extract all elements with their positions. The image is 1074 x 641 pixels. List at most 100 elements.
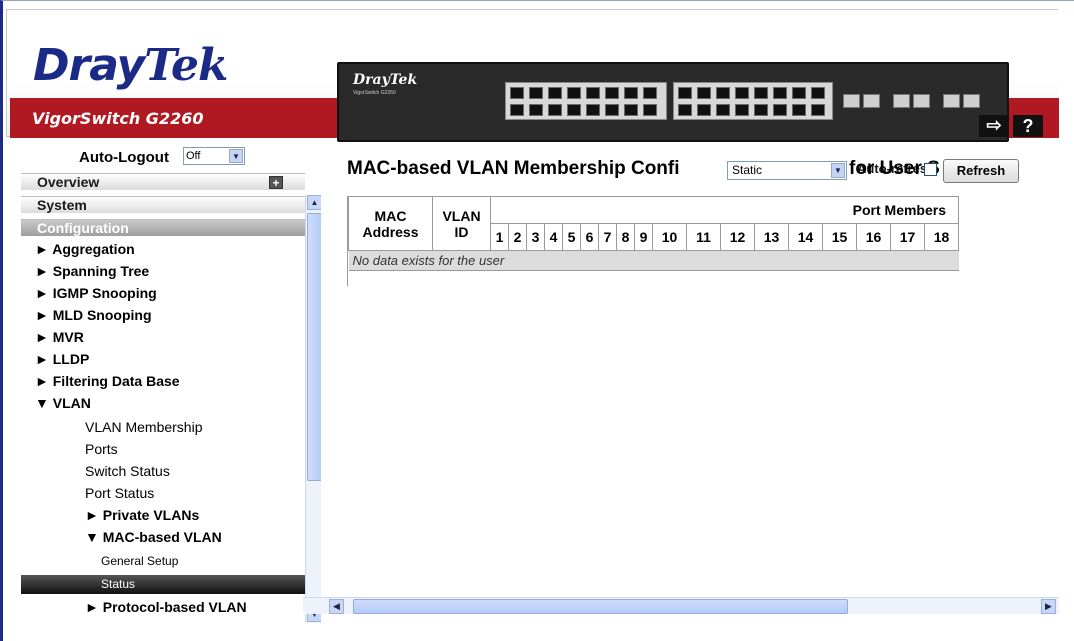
port-number-header: 16 — [856, 223, 891, 251]
ethernet-port — [510, 87, 524, 99]
menu-item-vlan-membership[interactable]: VLAN Membership — [21, 419, 305, 435]
help-icon[interactable]: ? — [1013, 115, 1043, 137]
ethernet-port — [586, 87, 600, 99]
port-number-header: 7 — [598, 223, 617, 251]
menu-item-port-status[interactable]: Port Status — [21, 485, 305, 501]
ethernet-port — [529, 104, 543, 116]
menu-item-protocol-based-vlan[interactable]: ► Protocol-based VLAN — [21, 599, 305, 615]
chevron-down-icon[interactable]: ▼ — [831, 163, 845, 178]
menu-overview[interactable]: Overview + — [21, 173, 305, 190]
model-name: VigorSwitch G2260 — [32, 109, 204, 128]
ethernet-port — [754, 104, 768, 116]
ethernet-port — [510, 104, 524, 116]
menu-item-spanning-tree[interactable]: ► Spanning Tree — [21, 263, 305, 279]
menu-item-mld-snooping[interactable]: ► MLD Snooping — [21, 307, 305, 323]
menu-item-private-vlans[interactable]: ► Private VLANs — [21, 507, 305, 523]
scrollbar-thumb[interactable] — [307, 213, 321, 481]
menu-item-lldp[interactable]: ► LLDP — [21, 351, 305, 367]
column-header-vlan: VLAN ID — [432, 196, 491, 251]
menu-item-mac-based-vlan[interactable]: ▼ MAC-based VLAN — [21, 529, 305, 545]
port-number-header: 8 — [616, 223, 635, 251]
ethernet-port — [567, 104, 581, 116]
membership-table-container: MAC Address VLAN ID Port Members 1234567… — [347, 196, 1057, 286]
scroll-up-icon[interactable]: ▲ — [307, 195, 321, 210]
ethernet-port — [586, 104, 600, 116]
port-number-header: 10 — [652, 223, 687, 251]
port-number-header: 13 — [754, 223, 789, 251]
sidebar: Overview + System Configuration ► Aggreg… — [21, 173, 321, 623]
scrollbar-thumb[interactable] — [353, 599, 848, 614]
ethernet-port — [716, 87, 730, 99]
table-row: No data exists for the user — [348, 250, 959, 271]
sfp-port — [943, 94, 960, 108]
ethernet-port — [678, 87, 692, 99]
ethernet-port — [548, 104, 562, 116]
ethernet-port — [624, 87, 638, 99]
port-number-header: 4 — [544, 223, 563, 251]
ethernet-port — [773, 87, 787, 99]
menu-item-vlan[interactable]: ▼ VLAN — [21, 395, 305, 411]
user-select-value: Static — [732, 163, 763, 177]
ethernet-port — [643, 87, 657, 99]
ethernet-port — [754, 87, 768, 99]
port-group-1 — [505, 82, 667, 120]
menu-configuration[interactable]: Configuration — [21, 219, 305, 236]
header-banner: DrayTek VigorSwitch G2260 DrayTek VigorS… — [6, 9, 1059, 142]
ethernet-port — [735, 87, 749, 99]
sfp-port — [913, 94, 930, 108]
menu-item-mvr[interactable]: ► MVR — [21, 329, 305, 345]
sfp-port — [863, 94, 880, 108]
device-model-label: VigorSwitch G2260 — [353, 90, 396, 96]
refresh-button[interactable]: Refresh — [943, 159, 1019, 183]
port-number-header: 9 — [634, 223, 653, 251]
content-horizontal-scrollbar[interactable]: ◀ ▶ — [303, 597, 1059, 614]
port-number-header: 15 — [822, 223, 857, 251]
expand-plus-icon[interactable]: + — [269, 176, 283, 189]
sidebar-scrollbar[interactable]: ▲ ▼ — [305, 195, 321, 623]
auto-logout-value: Off — [186, 150, 201, 162]
column-header-port-members: Port Members — [490, 196, 959, 224]
menu-overview-label: Overview — [37, 174, 100, 190]
port-number-header: 17 — [890, 223, 925, 251]
auto-logout-select[interactable]: Off ▼ — [183, 147, 245, 165]
ethernet-port — [697, 104, 711, 116]
ethernet-port — [643, 104, 657, 116]
ethernet-port — [605, 104, 619, 116]
port-group-2 — [673, 82, 833, 120]
ethernet-port — [716, 104, 730, 116]
ethernet-port — [773, 104, 787, 116]
ethernet-port — [792, 104, 806, 116]
user-select[interactable]: Static ▼ — [727, 161, 847, 180]
menu-item-general-setup[interactable]: General Setup — [21, 554, 305, 568]
ethernet-port — [567, 87, 581, 99]
port-number-header: 3 — [526, 223, 545, 251]
device-logo: DrayTek — [353, 72, 418, 88]
scroll-left-icon[interactable]: ◀ — [329, 599, 344, 614]
menu-system[interactable]: System — [21, 196, 305, 213]
ethernet-port — [548, 87, 562, 99]
auto-refresh-checkbox[interactable] — [924, 163, 937, 176]
scroll-right-icon[interactable]: ▶ — [1041, 599, 1056, 614]
port-number-header: 6 — [580, 223, 599, 251]
menu-item-ports[interactable]: Ports — [21, 441, 305, 457]
column-header-mac: MAC Address — [348, 196, 433, 251]
menu-item-igmp-snooping[interactable]: ► IGMP Snooping — [21, 285, 305, 301]
menu-item-aggregation[interactable]: ► Aggregation — [21, 241, 305, 257]
ethernet-port — [678, 104, 692, 116]
ethernet-port — [529, 87, 543, 99]
ethernet-port — [624, 104, 638, 116]
page-title: MAC-based VLAN Membership Confi — [347, 158, 680, 179]
ethernet-port — [735, 104, 749, 116]
port-number-header: 5 — [562, 223, 581, 251]
menu-item-status[interactable]: Status — [21, 575, 305, 594]
ethernet-port — [605, 87, 619, 99]
sfp-port — [843, 94, 860, 108]
app-window: DrayTek VigorSwitch G2260 DrayTek VigorS… — [0, 0, 1074, 641]
chevron-down-icon[interactable]: ▼ — [229, 149, 243, 163]
port-number-header: 18 — [924, 223, 959, 251]
menu-item-switch-status[interactable]: Switch Status — [21, 463, 305, 479]
sfp-port — [893, 94, 910, 108]
switch-panel-image: DrayTek VigorSwitch G2260 — [337, 62, 1009, 142]
menu-item-filtering-data-base[interactable]: ► Filtering Data Base — [21, 373, 305, 389]
logout-icon[interactable]: ⇨ — [979, 115, 1009, 137]
